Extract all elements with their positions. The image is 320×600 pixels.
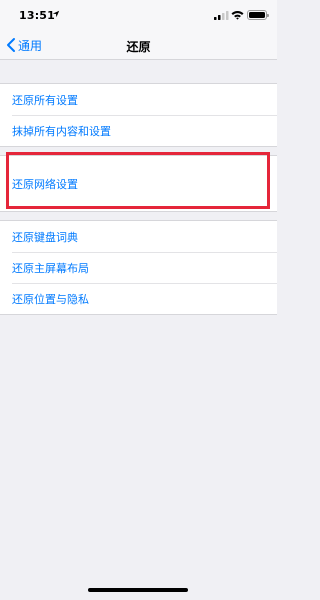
reset-all-settings-row[interactable]: 还原所有设置 (0, 84, 277, 115)
navigation-bar: 通用 还原 (0, 30, 277, 60)
settings-group-other: 还原键盘词典 还原主屏幕布局 还原位置与隐私 (0, 220, 277, 315)
settings-group-reset: 还原所有设置 抹掉所有内容和设置 (0, 83, 277, 147)
location-arrow-icon (52, 10, 60, 18)
row-label: 还原位置与隐私 (12, 292, 89, 306)
signal-icon (214, 11, 229, 20)
row-label: 还原键盘词典 (12, 230, 78, 244)
home-indicator[interactable] (88, 588, 188, 592)
erase-all-content-row[interactable]: 抹掉所有内容和设置 (0, 115, 277, 146)
row-label: 还原所有设置 (12, 93, 78, 107)
wifi-icon (231, 11, 244, 20)
status-bar: 13:51 (0, 0, 277, 30)
page-title: 还原 (126, 40, 151, 54)
battery-icon (247, 10, 269, 20)
reset-location-privacy-row[interactable]: 还原位置与隐私 (0, 283, 277, 314)
reset-keyboard-dictionary-row[interactable]: 还原键盘词典 (0, 221, 277, 252)
row-label: 还原主屏幕布局 (12, 261, 89, 275)
row-label: 抹掉所有内容和设置 (12, 124, 111, 138)
status-time: 13:51 (19, 9, 56, 22)
reset-home-screen-layout-row[interactable]: 还原主屏幕布局 (0, 252, 277, 283)
highlight-annotation (6, 152, 270, 209)
